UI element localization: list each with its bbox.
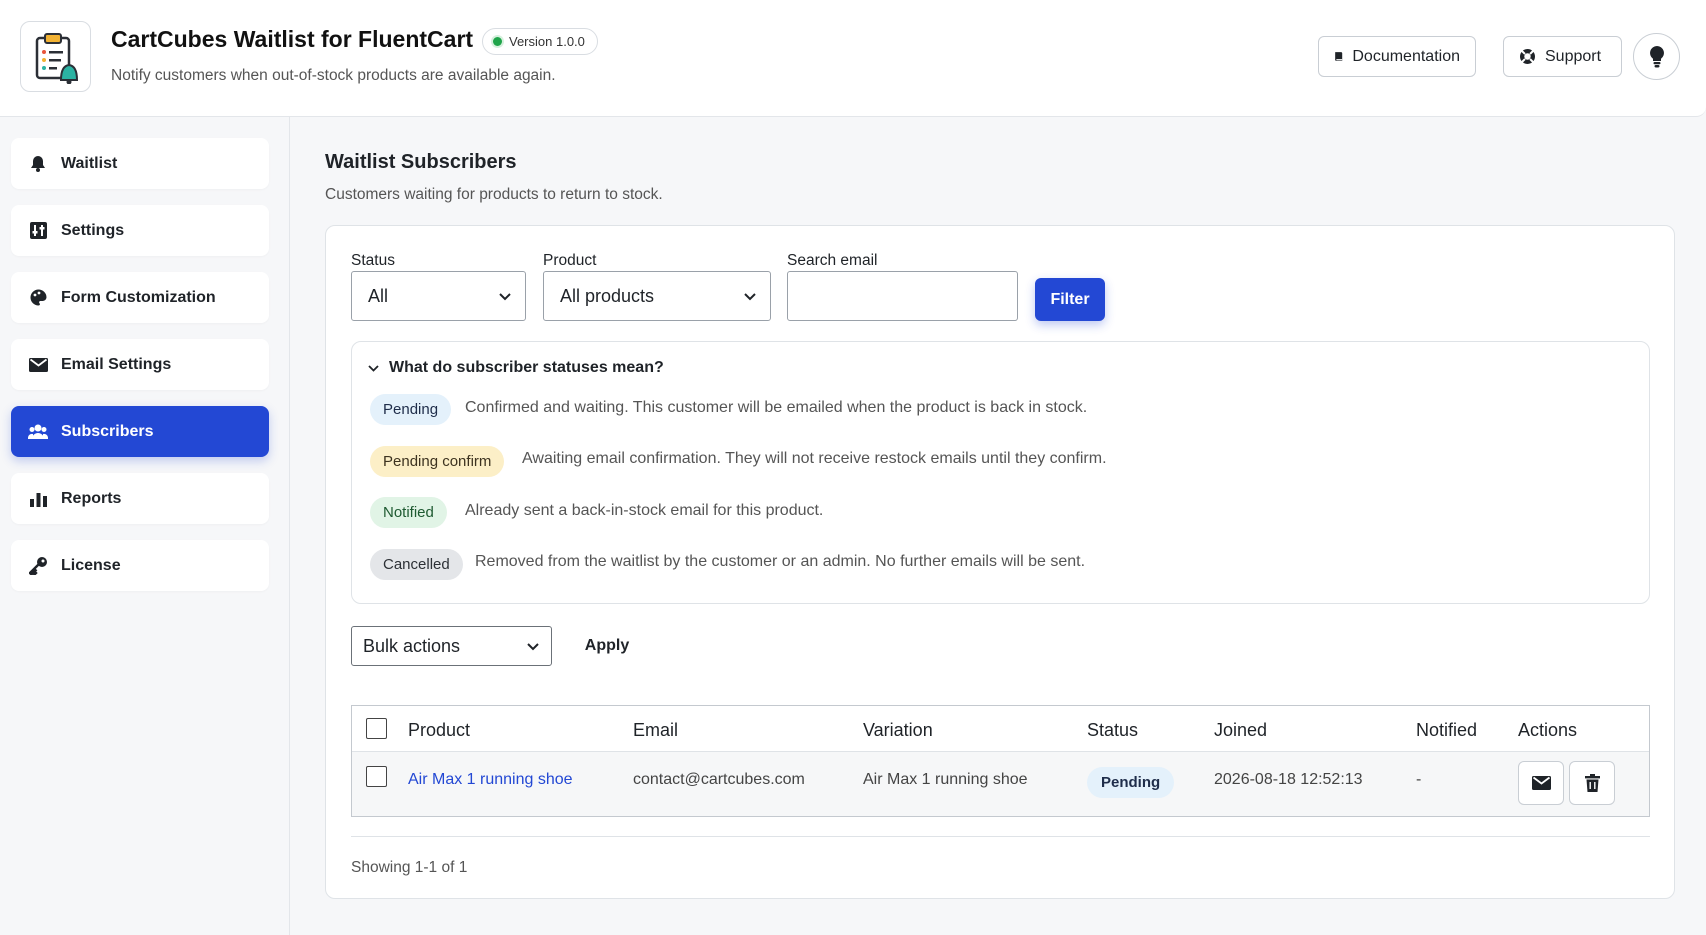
sidebar-item-label: License: [61, 556, 121, 574]
sidebar-item-label: Waitlist: [61, 154, 118, 172]
notified-cell: -: [1416, 771, 1422, 788]
email-cell: contact@cartcubes.com: [633, 771, 805, 788]
sidebar-item-email-settings[interactable]: Email Settings: [11, 339, 269, 390]
sidebar-item-label: Settings: [61, 221, 125, 239]
send-email-button[interactable]: [1518, 761, 1564, 805]
chevron-down-icon: [744, 293, 756, 301]
status-dot-icon: [493, 37, 502, 46]
envelope-icon: [1531, 776, 1551, 790]
app-title: CartCubes Waitlist for FluentCart: [111, 26, 474, 52]
column-header-email[interactable]: Email: [633, 720, 678, 741]
support-label: Support: [1545, 47, 1602, 65]
page-title: Waitlist Subscribers: [325, 151, 517, 173]
table-header-row: Product Email Variation Status Joined No…: [352, 706, 1649, 752]
app-subtitle: Notify customers when out-of-stock produ…: [111, 67, 556, 84]
palette-icon: [28, 288, 48, 308]
app-header: CartCubes Waitlist for FluentCart Versio…: [0, 0, 1706, 117]
bulk-actions-select[interactable]: Bulk actions: [351, 626, 552, 666]
product-link[interactable]: Air Max 1 running shoe: [408, 771, 573, 789]
sidebar-item-label: Form Customization: [61, 288, 216, 306]
status-description-pending-confirm: Awaiting email confirmation. They will n…: [522, 450, 1107, 467]
product-filter-label: Product: [543, 252, 597, 269]
select-all-checkbox[interactable]: [366, 718, 387, 739]
version-badge: Version 1.0.0: [482, 28, 598, 55]
chevron-down-icon: [527, 643, 539, 651]
status-select[interactable]: All: [351, 271, 526, 321]
apply-button[interactable]: Apply: [570, 625, 644, 667]
product-select-value: All products: [560, 285, 655, 306]
pagination-info: Showing 1-1 of 1: [351, 859, 468, 876]
column-header-product[interactable]: Product: [408, 720, 470, 741]
sidebar-item-reports[interactable]: Reports: [11, 473, 269, 524]
sidebar-item-license[interactable]: License: [11, 540, 269, 591]
status-badge-pending-confirm: Pending confirm: [370, 446, 505, 477]
status-badge-cancelled: Cancelled: [370, 549, 463, 580]
key-icon: [28, 556, 48, 576]
documentation-label: Documentation: [1352, 47, 1460, 65]
status-description-pending: Confirmed and waiting. This customer wil…: [465, 399, 1088, 416]
sidebar-item-label: Email Settings: [61, 355, 172, 373]
version-text: Version 1.0.0: [509, 34, 585, 49]
joined-cell: 2026-08-18 12:52:13: [1214, 771, 1363, 788]
app-logo: [20, 21, 91, 92]
filter-button[interactable]: Filter: [1035, 278, 1105, 321]
status-filter-label: Status: [351, 252, 395, 269]
column-header-status[interactable]: Status: [1087, 720, 1138, 741]
support-button[interactable]: Support: [1503, 36, 1622, 77]
column-header-joined[interactable]: Joined: [1214, 720, 1267, 741]
sidebar-item-form-customization[interactable]: Form Customization: [11, 272, 269, 323]
column-header-notified: Notified: [1416, 720, 1478, 740]
bar-chart-icon: [28, 489, 48, 509]
chevron-down-icon: [368, 364, 379, 372]
lightbulb-button[interactable]: [1633, 33, 1680, 80]
row-checkbox[interactable]: [366, 766, 387, 787]
status-select-value: All: [368, 285, 389, 306]
subscribers-table: Product Email Variation Status Joined No…: [351, 705, 1650, 817]
status-description-notified: Already sent a back-in-stock email for t…: [465, 502, 824, 519]
page-subtitle: Customers waiting for products to return…: [325, 186, 663, 203]
sidebar-item-settings[interactable]: Settings: [11, 205, 269, 256]
trash-icon: [1584, 774, 1600, 792]
status-badge: Pending: [1087, 767, 1175, 798]
status-description-cancelled: Removed from the waitlist by the custome…: [475, 553, 1086, 570]
status-legend-toggle[interactable]: What do subscriber statuses mean?: [367, 359, 664, 377]
search-email-input[interactable]: [787, 271, 1018, 321]
sidebar-item-waitlist[interactable]: Waitlist: [11, 138, 269, 189]
lightbulb-icon: [1649, 45, 1664, 67]
table-row: Air Max 1 running shoe contact@cartcubes…: [352, 752, 1649, 816]
users-icon: [28, 422, 48, 442]
sidebar-item-label: Subscribers: [61, 422, 154, 440]
status-legend-heading: What do subscriber statuses mean?: [389, 359, 664, 376]
bell-icon: [28, 154, 48, 174]
status-badge-notified: Notified: [370, 497, 447, 528]
column-header-variation[interactable]: Variation: [863, 720, 933, 741]
search-email-label: Search email: [787, 252, 878, 269]
book-icon: [1335, 52, 1343, 61]
documentation-button[interactable]: Documentation: [1318, 36, 1476, 77]
bulk-actions-value: Bulk actions: [363, 635, 461, 656]
envelope-icon: [28, 355, 48, 375]
sidebar-item-label: Reports: [61, 489, 122, 507]
lifebuoy-icon: [1520, 49, 1535, 64]
chevron-down-icon: [499, 293, 511, 301]
delete-button[interactable]: [1569, 761, 1615, 805]
status-badge-pending: Pending: [370, 394, 452, 425]
sliders-icon: [28, 221, 48, 241]
clipboard-bell-icon: [35, 32, 78, 84]
product-select[interactable]: All products: [543, 271, 771, 321]
column-header-actions: Actions: [1518, 720, 1578, 740]
variation-cell: Air Max 1 running shoe: [863, 771, 1028, 788]
sidebar-item-subscribers[interactable]: Subscribers: [11, 406, 269, 457]
table-divider: [351, 836, 1650, 837]
